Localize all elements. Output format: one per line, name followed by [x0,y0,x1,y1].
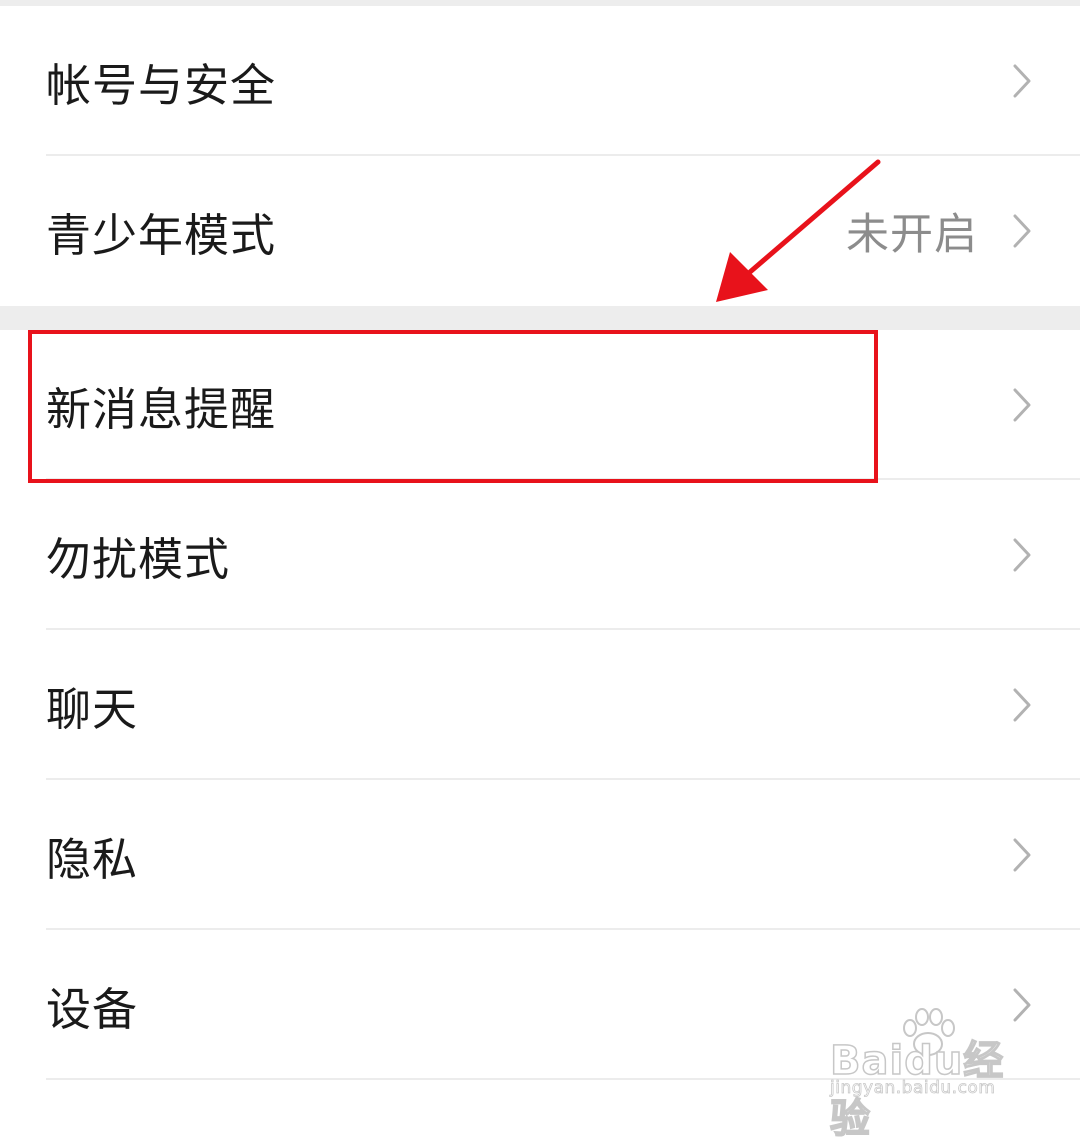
settings-item-label: 聊天 [46,682,139,736]
settings-item-do-not-disturb[interactable]: 勿扰模式 [0,480,1080,630]
settings-item-teen-mode[interactable]: 青少年模式 未开启 [0,156,1080,306]
chevron-right-icon [1013,838,1031,872]
chevron-right-icon [1013,388,1031,422]
settings-item-label: 帐号与安全 [46,58,277,112]
settings-item-label: 设备 [46,982,139,1036]
settings-group-account: 帐号与安全 青少年模式 未开启 [0,6,1080,306]
settings-group-general: 新消息提醒 勿扰模式 聊天 隐私 设备 [0,330,1080,1080]
settings-item-label: 勿扰模式 [46,532,231,586]
settings-item-chat[interactable]: 聊天 [0,630,1080,780]
settings-item-account-security[interactable]: 帐号与安全 [0,6,1080,156]
chevron-right-icon [1013,688,1031,722]
group-separator [0,306,1080,330]
settings-item-label: 新消息提醒 [46,382,277,436]
chevron-right-icon [1013,64,1031,98]
settings-item-devices[interactable]: 设备 [0,930,1080,1080]
chevron-right-icon [1013,214,1031,248]
chevron-right-icon [1013,538,1031,572]
settings-item-new-message-alerts[interactable]: 新消息提醒 [0,330,1080,480]
teen-mode-status: 未开启 [846,210,978,260]
watermark-url: jingyan.baidu.com [830,1078,996,1099]
settings-item-label: 青少年模式 [46,208,277,262]
row-divider [46,1078,1080,1080]
chevron-right-icon [1013,988,1031,1022]
settings-item-privacy[interactable]: 隐私 [0,780,1080,930]
settings-item-label: 隐私 [46,832,139,886]
